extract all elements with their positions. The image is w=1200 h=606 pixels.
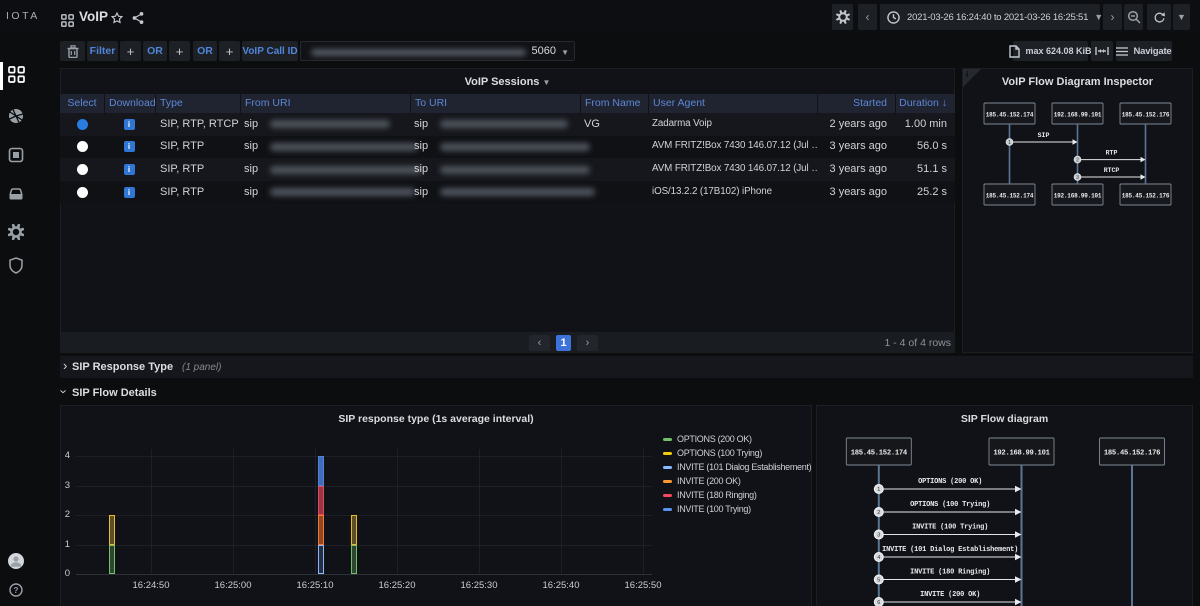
svg-text:INVITE (100 Trying): INVITE (100 Trying) <box>912 524 988 532</box>
svg-text:185.45.152.174: 185.45.152.174 <box>986 193 1034 200</box>
svg-text:INVITE (200 OK): INVITE (200 OK) <box>920 591 980 599</box>
svg-text:185.45.152.174: 185.45.152.174 <box>986 112 1034 119</box>
svg-text:3: 3 <box>877 533 880 539</box>
svg-text:SIP: SIP <box>1038 132 1050 139</box>
svg-text:1: 1 <box>877 487 880 493</box>
svg-text:RTP: RTP <box>1106 150 1118 157</box>
svg-text:185.45.152.176: 185.45.152.176 <box>1122 193 1170 200</box>
svg-text:INVITE (101 Dialog Establishem: INVITE (101 Dialog Establishement) <box>882 546 1018 554</box>
svg-text:185.45.152.174: 185.45.152.174 <box>851 450 908 458</box>
svg-text:1: 1 <box>1008 140 1011 146</box>
svg-text:OPTIONS (200 OK): OPTIONS (200 OK) <box>918 478 982 486</box>
svg-text:OPTIONS (100 Trying): OPTIONS (100 Trying) <box>910 501 990 509</box>
svg-text:RTCP: RTCP <box>1104 167 1120 174</box>
svg-text:192.168.99.101: 192.168.99.101 <box>1054 112 1102 119</box>
svg-text:2: 2 <box>1076 158 1079 164</box>
svg-text:192.168.99.101: 192.168.99.101 <box>993 450 1050 458</box>
svg-text:185.45.152.176: 185.45.152.176 <box>1104 450 1160 458</box>
svg-text:INVITE (180 Ringing): INVITE (180 Ringing) <box>910 569 990 577</box>
svg-text:2: 2 <box>877 510 880 516</box>
svg-text:185.45.152.176: 185.45.152.176 <box>1122 112 1170 119</box>
svg-text:5: 5 <box>877 578 880 584</box>
svg-text:6: 6 <box>877 600 880 606</box>
svg-text:?: ? <box>14 586 19 595</box>
svg-text:4: 4 <box>877 555 880 561</box>
svg-text:192.168.99.101: 192.168.99.101 <box>1054 193 1102 200</box>
svg-text:3: 3 <box>1076 175 1079 181</box>
